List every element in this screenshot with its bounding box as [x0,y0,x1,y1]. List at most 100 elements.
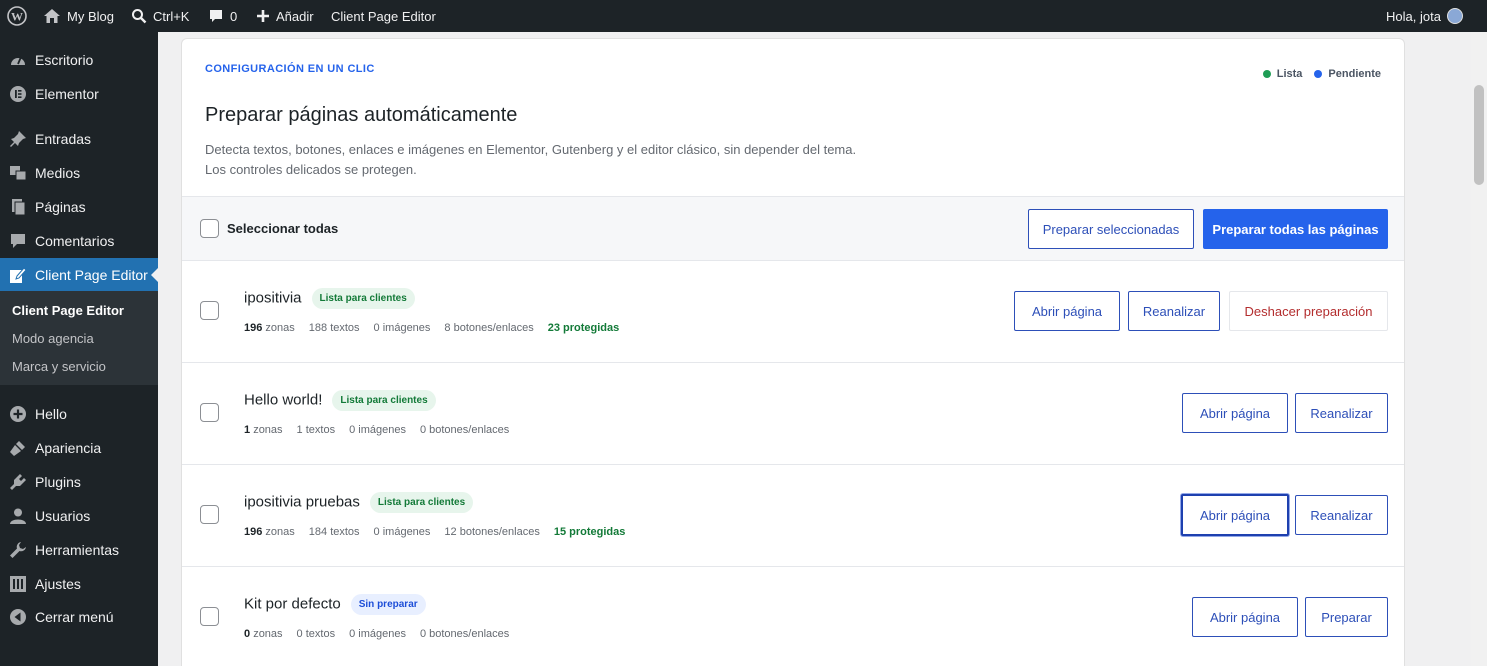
site-link[interactable]: My Blog [43,0,114,32]
plugin-admin-label: Client Page Editor [331,8,436,24]
protected-count: 23 protegidas [547,322,620,334]
submenu-client-page-editor: Client Page Editor Modo agencia Marca y … [0,291,158,385]
admin-bar: W My Blog Ctrl+K 0 Añadir Client Page Ed… [0,0,1487,32]
zones-label: zonas [253,628,283,640]
collapse-menu-button[interactable]: Cerrar menú [0,600,158,634]
menu-item-herramientas[interactable]: Herramientas [0,533,158,567]
texts-count: 188 textos [308,322,360,334]
page-name-line: ipositivia Lista para clientes [244,288,415,309]
select-all-checkbox[interactable] [200,219,219,238]
scrollbar-thumb[interactable] [1474,85,1484,185]
page-name-line: Kit por defecto Sin preparar [244,594,426,615]
prepare-all-button[interactable]: Preparar todas las páginas [1203,209,1388,249]
reanalyze-button[interactable]: Reanalizar [1295,393,1388,433]
page-description: Detecta textos, botones, enlaces e imáge… [205,142,857,177]
menu-label: Herramientas [35,542,120,558]
status-badge: Lista para clientes [332,390,436,411]
row-checkbox[interactable] [200,301,219,320]
plus-circle-icon [0,405,35,423]
buttons-count: 0 botones/enlaces [419,424,510,436]
page-name: ipositivia pruebas [244,493,360,511]
menu-label: Comentarios [35,233,115,249]
protected-count: 15 protegidas [553,526,626,538]
wordpress-logo-icon[interactable]: W [7,0,27,32]
images-count: 0 imágenes [349,628,406,640]
menu-item-ajustes[interactable]: Ajustes [0,567,158,601]
select-all-label[interactable]: Seleccionar todas [227,221,338,236]
reanalyze-button[interactable]: Reanalizar [1295,495,1388,535]
open-page-button[interactable]: Abrir página [1182,393,1288,433]
pending-dot-icon [1314,70,1323,78]
plugin-admin-link[interactable]: Client Page Editor [331,0,436,32]
one-click-setup-panel: CONFIGURACIÓN EN UN CLIC Lista Pendiente… [181,38,1405,666]
page-scrollbar[interactable] [1471,32,1487,666]
user-account-menu[interactable]: Hola, jota [1386,0,1463,32]
menu-item-client-page-editor[interactable]: Client Page Editor [0,258,158,292]
menu-item-medios[interactable]: Medios [0,156,158,190]
submenu-item-marca-y-servicio[interactable]: Marca y servicio [12,359,106,374]
open-page-button[interactable]: Abrir página [1192,597,1298,637]
open-page-button[interactable]: Abrir página [1181,494,1289,536]
zones-label: zonas [265,526,295,538]
menu-item-plugins[interactable]: Plugins [0,465,158,499]
zones-count: 1 [244,424,251,436]
submenu-item-modo-agencia[interactable]: Modo agencia [12,331,94,346]
settings-icon [0,575,35,593]
page-row: Hello world! Lista para clientes 1 zonas 1… [182,362,1404,464]
menu-item-usuarios[interactable]: Usuarios [0,499,158,533]
comments-link[interactable]: 0 [208,0,237,32]
buttons-count: 0 botones/enlaces [419,628,510,640]
zones-label: zonas [253,424,283,436]
status-legend: Lista Pendiente [1262,68,1381,80]
search-shortcut-label: Ctrl+K [153,8,190,24]
comments-count: 0 [230,8,238,24]
edit-page-icon [0,266,35,284]
page-title: Preparar páginas automáticamente [205,104,518,126]
pin-icon [0,130,35,148]
row-checkbox[interactable] [200,505,219,524]
page-stats: 196 zonas 188 textos 0 imágenes 8 botones/e… [244,322,633,334]
menu-label: Client Page Editor [35,267,148,283]
avatar [1446,8,1463,24]
open-page-button[interactable]: Abrir página [1014,291,1120,331]
menu-item-hello[interactable]: Hello [0,397,158,431]
search-shortcut[interactable]: Ctrl+K [131,0,189,32]
buttons-count: 8 botones/enlaces [444,322,534,334]
dashboard-icon [0,51,35,69]
new-content-link[interactable]: Añadir [256,0,314,32]
status-badge: Lista para clientes [311,288,415,309]
collapse-icon [0,608,35,626]
page-row: ipositivia pruebas Lista para clientes 19… [182,464,1404,566]
reanalyze-button[interactable]: Reanalizar [1128,291,1220,331]
page-name: Kit por defecto [244,595,341,613]
texts-count: 0 textos [296,628,336,640]
menu-item-apariencia[interactable]: Apariencia [0,431,158,465]
row-checkbox[interactable] [200,607,219,626]
new-content-label: Añadir [276,8,314,24]
submenu-item-client-page-editor[interactable]: Client Page Editor [12,303,124,318]
menu-item-paginas[interactable]: Páginas [0,190,158,224]
status-badge: Lista para clientes [369,492,474,513]
wrench-icon [0,541,35,559]
site-name: My Blog [67,8,114,24]
zones-count: 196 [244,526,263,538]
menu-item-escritorio[interactable]: Escritorio [0,43,158,77]
zones-label: zonas [265,322,295,334]
row-checkbox[interactable] [200,403,219,422]
ready-dot-icon [1262,70,1271,78]
legend-pending: Pendiente [1328,68,1381,80]
prepare-selected-button[interactable]: Preparar seleccionadas [1028,209,1194,249]
images-count: 0 imágenes [373,322,431,334]
plug-icon [0,473,35,491]
greeting: Hola, jota [1386,8,1441,24]
comment-icon [0,232,35,250]
texts-count: 184 textos [308,526,360,538]
menu-item-elementor[interactable]: Elementor [0,77,158,111]
menu-item-comentarios[interactable]: Comentarios [0,224,158,258]
menu-item-entradas[interactable]: Entradas [0,122,158,156]
undo-preparation-button[interactable]: Deshacer preparación [1229,291,1388,331]
page-name: ipositivia [244,289,302,307]
prepare-button[interactable]: Preparar [1305,597,1388,637]
buttons-count: 12 botones/enlaces [444,526,540,538]
media-icon [0,164,35,182]
